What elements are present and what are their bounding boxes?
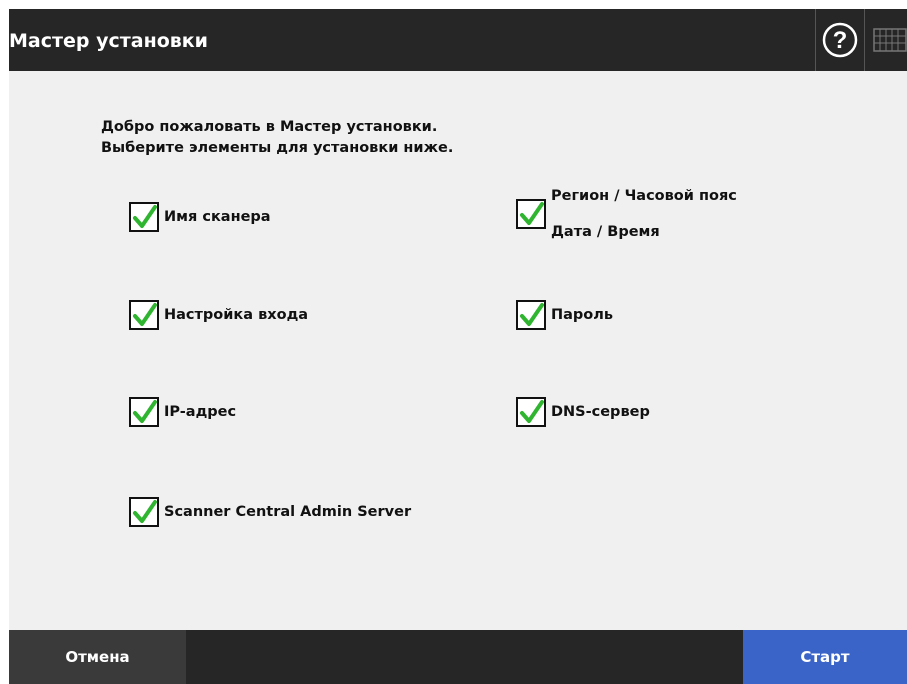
option-region-datetime[interactable]: Регион / Часовой пояс Дата / Время bbox=[516, 188, 737, 240]
option-dns-server[interactable]: DNS-сервер bbox=[516, 397, 650, 427]
option-label-2: Дата / Время bbox=[551, 224, 660, 240]
setup-wizard-window: Мастер установки ? Добро пожаловать в Ма… bbox=[9, 9, 907, 684]
option-label: Регион / Часовой пояс bbox=[551, 188, 737, 204]
check-icon bbox=[133, 400, 157, 423]
option-label: IP-адрес bbox=[164, 404, 237, 420]
bottom-bar: Отмена Старт bbox=[9, 630, 907, 684]
intro-line-2: Выберите элементы для установки ниже. bbox=[101, 140, 454, 156]
check-icon bbox=[133, 205, 157, 228]
check-icon bbox=[133, 500, 157, 523]
option-label: Настройка входа bbox=[164, 307, 309, 323]
option-scanner-name[interactable]: Имя сканера bbox=[129, 202, 271, 232]
check-icon bbox=[520, 303, 544, 326]
keyboard-button[interactable] bbox=[864, 9, 907, 71]
option-login-settings[interactable]: Настройка входа bbox=[129, 300, 308, 330]
checkbox-password[interactable] bbox=[516, 300, 546, 330]
help-button[interactable]: ? bbox=[815, 9, 863, 71]
checkbox-region-datetime[interactable] bbox=[516, 199, 546, 229]
option-password[interactable]: Пароль bbox=[516, 300, 613, 330]
checkbox-scanner-name[interactable] bbox=[129, 202, 159, 232]
keyboard-icon bbox=[873, 28, 907, 52]
intro-text: Добро пожаловать в Мастер установки. Выб… bbox=[101, 117, 453, 159]
question-circle-icon: ? bbox=[822, 22, 857, 58]
start-button[interactable]: Старт bbox=[743, 630, 907, 684]
option-label: Пароль bbox=[551, 307, 614, 323]
checkbox-ip-address[interactable] bbox=[129, 397, 159, 427]
svg-text:?: ? bbox=[832, 27, 847, 54]
check-icon bbox=[520, 202, 544, 225]
option-scanner-central-admin[interactable]: Scanner Central Admin Server bbox=[129, 497, 411, 527]
option-label: Scanner Central Admin Server bbox=[164, 504, 412, 520]
page-title: Мастер установки bbox=[9, 30, 208, 52]
intro-line-1: Добро пожаловать в Мастер установки. bbox=[101, 119, 438, 135]
checkbox-dns-server[interactable] bbox=[516, 397, 546, 427]
checkbox-scanner-central-admin[interactable] bbox=[129, 497, 159, 527]
check-icon bbox=[520, 400, 544, 423]
check-icon bbox=[133, 303, 157, 326]
option-label: DNS-сервер bbox=[551, 404, 650, 420]
option-ip-address[interactable]: IP-адрес bbox=[129, 397, 236, 427]
option-label-group: Регион / Часовой пояс Дата / Время bbox=[551, 188, 737, 240]
checkbox-login-settings[interactable] bbox=[129, 300, 159, 330]
title-bar: Мастер установки ? bbox=[9, 9, 907, 71]
option-label: Имя сканера bbox=[164, 209, 271, 225]
cancel-button[interactable]: Отмена bbox=[9, 630, 186, 684]
